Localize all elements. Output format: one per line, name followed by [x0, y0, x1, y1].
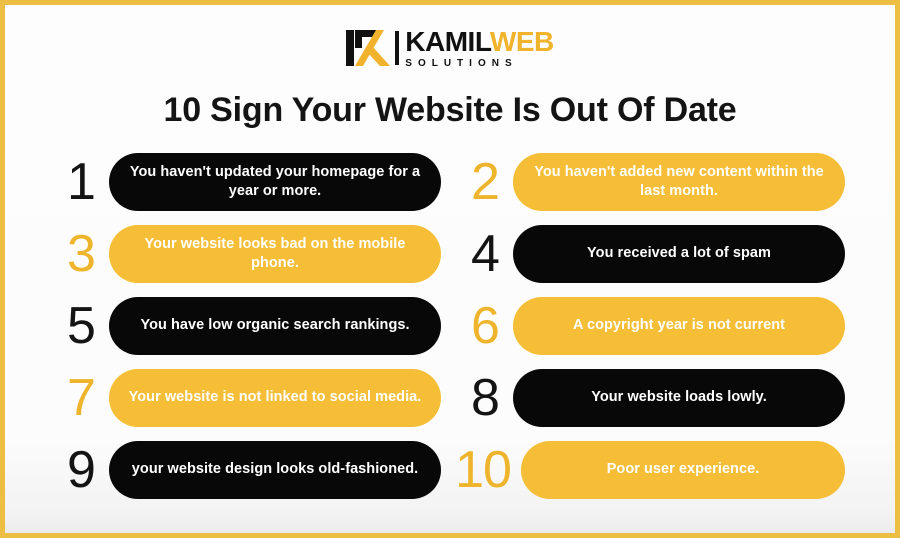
logo-tagline: SOLUTIONS — [405, 57, 518, 69]
item-pill: A copyright year is not current — [513, 296, 845, 355]
list-item: 7 Your website is not linked to social m… — [55, 366, 441, 429]
items-grid: 1 You haven't updated your homepage for … — [55, 150, 845, 501]
item-pill: Your website looks bad on the mobile pho… — [109, 224, 441, 283]
item-pill: Your website is not linked to social med… — [109, 368, 441, 427]
item-number: 10 — [455, 440, 512, 499]
brand-logo: KAMILWEB SOLUTIONS — [346, 25, 554, 69]
item-pill: Your website loads lowly. — [513, 368, 845, 427]
item-label: Poor user experience. — [606, 461, 760, 478]
item-label: Your website looks bad on the mobile pho… — [144, 235, 406, 271]
item-number: 4 — [471, 224, 500, 283]
item-pill: You haven't added new content within the… — [513, 152, 845, 211]
infographic-poster: KAMILWEB SOLUTIONS 10 Sign Your Website … — [0, 0, 900, 538]
item-number: 3 — [67, 224, 96, 283]
list-item: 3 Your website looks bad on the mobile p… — [55, 222, 441, 285]
item-label: You haven't added new content within the… — [534, 163, 824, 199]
item-number: 7 — [67, 368, 96, 427]
kamil-k-monogram-icon — [346, 28, 392, 68]
item-label: You received a lot of spam — [587, 245, 771, 262]
logo-name-accent: WEB — [489, 25, 554, 57]
item-pill: You have low organic search rankings. — [109, 296, 441, 355]
list-item: 9 your website design looks old-fashione… — [55, 438, 441, 501]
logo-wordmark: KAMILWEB SOLUTIONS — [405, 25, 554, 69]
logo-name-primary: KAMIL — [405, 25, 490, 57]
item-pill: Poor user experience. — [521, 440, 845, 499]
list-item: 5 You have low organic search rankings. — [55, 294, 441, 357]
list-item: 8 Your website loads lowly. — [459, 366, 845, 429]
item-number: 2 — [471, 152, 500, 211]
list-item: 2 You haven't added new content within t… — [459, 150, 845, 213]
item-label: You haven't updated your homepage for a … — [129, 163, 421, 199]
item-label: Your website loads lowly. — [591, 389, 767, 406]
item-label: Your website is not linked to social med… — [128, 389, 422, 406]
item-pill: You haven't updated your homepage for a … — [109, 152, 441, 211]
item-number: 6 — [471, 296, 500, 355]
page-title: 10 Sign Your Website Is Out Of Date — [163, 91, 737, 129]
item-label: your website design looks old-fashioned. — [131, 461, 419, 478]
item-number: 9 — [67, 440, 96, 499]
item-pill: You received a lot of spam — [513, 224, 845, 283]
list-item: 1 You haven't updated your homepage for … — [55, 150, 441, 213]
item-pill: your website design looks old-fashioned. — [109, 440, 441, 499]
item-label: You have low organic search rankings. — [140, 317, 410, 334]
item-number: 5 — [67, 296, 96, 355]
item-label: A copyright year is not current — [572, 317, 786, 334]
item-number: 1 — [67, 152, 96, 211]
list-item: 6 A copyright year is not current — [459, 294, 845, 357]
item-number: 8 — [471, 368, 500, 427]
logo-divider — [395, 31, 400, 65]
list-item: 4 You received a lot of spam — [459, 222, 845, 285]
list-item: 10 Poor user experience. — [455, 438, 845, 501]
